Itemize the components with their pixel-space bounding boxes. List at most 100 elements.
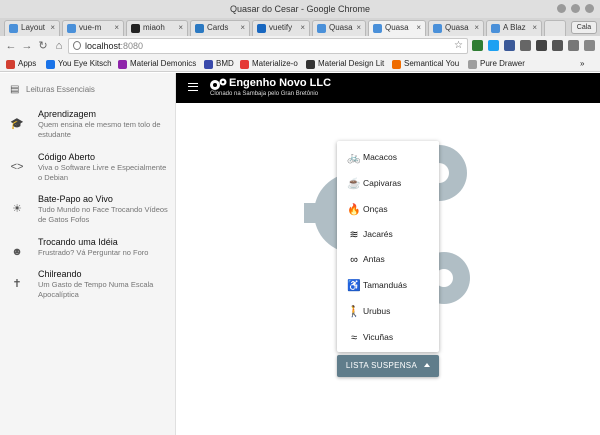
bookmark-favicon-icon	[306, 60, 315, 69]
browser-tab-active[interactable]: Quasa ×	[368, 20, 426, 36]
tab-label: vuetify	[269, 23, 293, 32]
fire-icon: 🔥	[347, 204, 361, 216]
menu-item-tamanduas[interactable]: ♿ Tamanduás	[337, 274, 439, 299]
menu-item-vicunas[interactable]: ≈ Vicuñas	[337, 326, 439, 351]
cogs-icon	[210, 78, 227, 90]
bookmark-item[interactable]: Pure Drawer	[468, 58, 525, 70]
tab-close-icon[interactable]: ×	[240, 21, 245, 35]
browser-tab[interactable]: Quasa ×	[428, 20, 484, 36]
bookmark-label: Apps	[18, 59, 37, 68]
extension-icon[interactable]	[568, 40, 579, 51]
nav-item-subtitle: Frustrado? Vá Perguntar no Foro	[38, 248, 149, 257]
book-icon: ▤	[10, 84, 20, 95]
tab-favicon-icon	[317, 24, 326, 33]
app-toolbar: Engenho Novo LLC Clonado na Sambaja pelo…	[176, 73, 600, 103]
extension-icon[interactable]	[536, 40, 547, 51]
menu-item-label: Vicuñas	[363, 332, 394, 342]
menu-item-label: Jacarés	[363, 229, 393, 239]
school-icon: 🎓	[10, 118, 24, 130]
bookmark-label: You Eye Kitsch	[58, 59, 112, 68]
close-button[interactable]	[585, 4, 594, 13]
tab-close-icon[interactable]: ×	[356, 21, 361, 35]
bookmark-item[interactable]: Apps	[6, 58, 36, 70]
profile-button[interactable]: Cala	[571, 21, 597, 34]
bookmark-favicon-icon	[46, 60, 55, 69]
tab-close-icon[interactable]: ×	[300, 21, 305, 35]
tab-close-icon[interactable]: ×	[50, 21, 55, 35]
tab-label: A Blaz	[503, 23, 526, 32]
new-tab-button[interactable]	[544, 20, 566, 36]
browser-tab[interactable]: Quasa ×	[312, 20, 366, 36]
menu-item-macacos[interactable]: 🚲 Macacos	[337, 146, 439, 171]
tab-close-icon[interactable]: ×	[416, 21, 421, 35]
address-bar-row: ← → ↻ ⌂ localhost:8080 ☆	[0, 36, 600, 56]
info-icon[interactable]	[73, 41, 81, 50]
tab-label: Quasa	[329, 23, 353, 32]
home-icon[interactable]: ⌂	[52, 39, 66, 53]
bookmark-item[interactable]: Materialize-o	[240, 58, 298, 70]
tab-label: Cards	[207, 23, 229, 32]
reload-icon[interactable]: ↻	[36, 39, 50, 53]
menu-item-urubus[interactable]: 🚶 Urubus	[337, 300, 439, 325]
bookmark-favicon-icon	[392, 60, 401, 69]
maximize-button[interactable]	[571, 4, 580, 13]
window-titlebar: Quasar do Cesar - Google Chrome	[0, 0, 600, 18]
extension-icon[interactable]	[552, 40, 563, 51]
browser-tab[interactable]: miaoh ×	[126, 20, 188, 36]
menu-icon[interactable]	[188, 83, 198, 91]
bookmark-item[interactable]: Semantical You	[392, 58, 459, 70]
tab-label: Layout	[21, 23, 46, 32]
toolbar-subtitle: Clonado na Sambaja pelo Gran Bretônio	[210, 91, 319, 97]
url-input[interactable]: localhost:8080 ☆	[68, 38, 468, 54]
bookmark-label: Material Design Lit	[318, 59, 385, 68]
browser-tab[interactable]: vue-m ×	[62, 20, 124, 36]
tab-close-icon[interactable]: ×	[474, 21, 479, 35]
vue-devtools-icon[interactable]	[472, 40, 483, 51]
extension-icon[interactable]	[520, 40, 531, 51]
accessibility-icon: ✝	[12, 278, 22, 290]
browser-tab[interactable]: Layout ×	[4, 20, 60, 36]
menu-item-jacares[interactable]: ≋ Jacarés	[337, 223, 439, 248]
tab-close-icon[interactable]: ×	[114, 21, 119, 35]
menu-item-oncas[interactable]: 🔥 Onças	[337, 198, 439, 223]
minimize-button[interactable]	[557, 4, 566, 13]
infinity-icon: ∞	[350, 254, 358, 266]
bookmark-item[interactable]: Material Design Lit	[306, 58, 384, 70]
browser-tab[interactable]: Cards ×	[190, 20, 250, 36]
chrome-menu-icon[interactable]	[584, 40, 595, 51]
tab-favicon-icon	[491, 24, 500, 33]
forward-arrow-icon[interactable]: →	[20, 39, 34, 53]
bookmark-item[interactable]: You Eye Kitsch	[46, 58, 112, 70]
bookmark-star-icon[interactable]: ☆	[454, 39, 463, 53]
left-drawer: ▤ Leituras Essenciais 🎓 Aprendizagem Que…	[0, 73, 176, 435]
apps-icon	[6, 60, 15, 69]
bookmark-favicon-icon	[240, 60, 249, 69]
pool-icon: ≋	[349, 229, 359, 241]
menu-item-capivaras[interactable]: ☕ Capivaras	[337, 172, 439, 197]
nav-item-codigo-aberto[interactable]: <> Código Aberto Viva o Software Livre e…	[0, 152, 176, 192]
menu-item-label: Onças	[363, 204, 388, 214]
record-voice-icon: ☻	[11, 246, 23, 258]
nav-item-aprendizagem[interactable]: 🎓 Aprendizagem Quem ensina ele mesmo tem…	[0, 109, 176, 149]
bookmark-item[interactable]: BMD	[204, 58, 234, 70]
dropdown-button[interactable]: LISTA SUSPENSA	[337, 355, 439, 377]
browser-tab[interactable]: A Blaz ×	[486, 20, 542, 36]
tab-close-icon[interactable]: ×	[178, 21, 183, 35]
dropdown-button-label: LISTA SUSPENSA	[345, 361, 418, 370]
browser-tab[interactable]: vuetify ×	[252, 20, 310, 36]
nav-item-bate-papo[interactable]: ☀ Bate-Papo ao Vivo Tudo Mundo no Face T…	[0, 194, 176, 234]
menu-item-antas[interactable]: ∞ Antas	[337, 248, 439, 273]
back-arrow-icon[interactable]: ←	[4, 39, 18, 53]
nav-item-title: Bate-Papo ao Vivo	[38, 194, 113, 204]
tab-favicon-icon	[195, 24, 204, 33]
nav-item-chilreando[interactable]: ✝ Chilreando Um Gasto de Tempo Numa Esca…	[0, 269, 176, 309]
nav-item-title: Aprendizagem	[38, 109, 97, 119]
tab-close-icon[interactable]: ×	[532, 21, 537, 35]
drawer-header: ▤ Leituras Essenciais	[10, 84, 95, 95]
extension-icon[interactable]	[504, 40, 515, 51]
bookmarks-overflow-icon[interactable]: »	[580, 58, 584, 70]
tab-label: miaoh	[143, 23, 165, 32]
twitter-icon[interactable]	[488, 40, 499, 51]
bookmark-item[interactable]: Material Demonics	[118, 58, 196, 70]
dropdown-menu: 🚲 Macacos ☕ Capivaras 🔥 Onças ≋ Jacarés ∞ Ant…	[337, 141, 439, 352]
